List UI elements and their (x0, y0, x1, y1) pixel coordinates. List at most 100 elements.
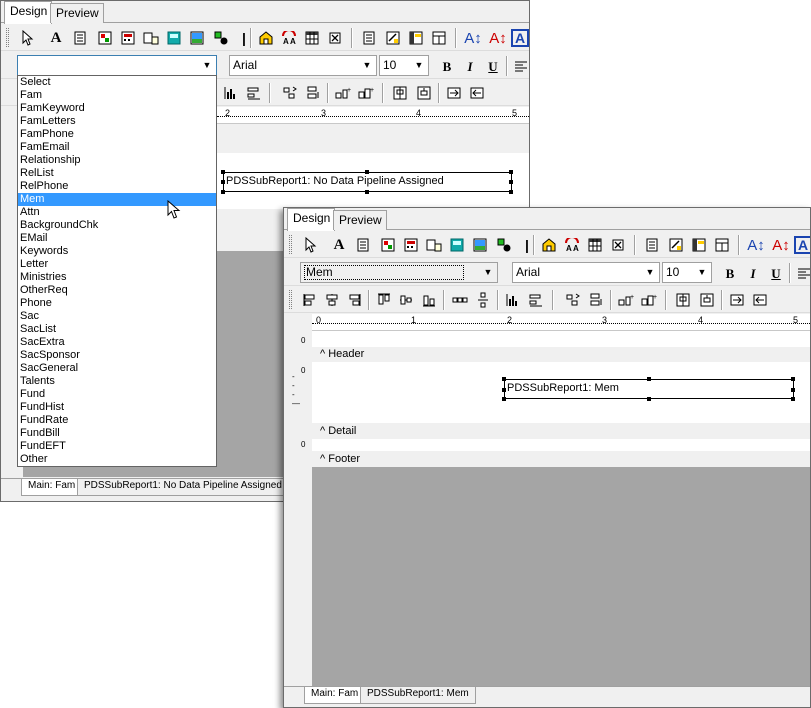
variable-icon[interactable] (141, 28, 161, 48)
checkbox-icon[interactable] (608, 235, 628, 255)
resize-handle[interactable] (221, 190, 225, 194)
shape-icon[interactable] (211, 28, 231, 48)
header-band-divider[interactable] (217, 139, 529, 153)
toolbar-grip[interactable] (289, 235, 292, 254)
resize-handle[interactable] (221, 170, 225, 174)
dropdown-item[interactable]: Fam (18, 89, 216, 102)
align-middles-icon[interactable] (396, 290, 416, 310)
dropdown-item[interactable]: SacGeneral (18, 362, 216, 375)
resize-handle[interactable] (791, 397, 795, 401)
space-icon[interactable] (563, 290, 583, 310)
font-color-icon[interactable]: A↕ (463, 28, 483, 48)
crosstab-icon[interactable] (302, 28, 322, 48)
size-combo[interactable]: 10 ▼ (662, 262, 712, 283)
resize-handle[interactable] (647, 377, 651, 381)
tab-design[interactable]: Design (4, 1, 53, 24)
dropdown-item[interactable]: EMail (18, 232, 216, 245)
align-left-icon[interactable] (511, 56, 529, 76)
resize-handle[interactable] (509, 180, 513, 184)
send-back-icon[interactable] (750, 290, 770, 310)
font-combo[interactable]: Arial ▼ (512, 262, 660, 283)
size-combo[interactable]: 10 ▼ (379, 55, 429, 76)
dbmemo-icon[interactable] (383, 28, 403, 48)
space-vertical-icon[interactable] (303, 83, 323, 103)
barcode-icon[interactable] (447, 235, 467, 255)
chevron-down-icon[interactable]: ▼ (643, 265, 657, 280)
underline-icon[interactable]: U (766, 263, 786, 283)
memo-icon[interactable] (70, 28, 90, 48)
dbrichtext-icon[interactable] (406, 28, 426, 48)
subreport-icon[interactable]: AA (279, 28, 299, 48)
dropdown-item[interactable]: Relationship (18, 154, 216, 167)
align-top-edges-icon[interactable] (374, 290, 394, 310)
align-left-edges-icon[interactable] (300, 290, 320, 310)
report-tab-subreport[interactable]: PDSSubReport1: No Data Pipeline Assigned (77, 479, 289, 496)
calc-icon[interactable] (118, 28, 138, 48)
footer-band-divider[interactable]: ^ Footer (312, 452, 810, 466)
toolbar-grip[interactable] (6, 28, 9, 47)
bring-front-icon[interactable] (444, 83, 464, 103)
dropdown-item[interactable]: Phone (18, 297, 216, 310)
dropdown-item[interactable]: Attn (18, 206, 216, 219)
crosstab-icon[interactable] (585, 235, 605, 255)
chevron-down-icon[interactable]: ▼ (200, 58, 214, 73)
pointer-icon[interactable] (18, 28, 38, 48)
detail-band[interactable] (312, 439, 810, 451)
resize-handle[interactable] (502, 397, 506, 401)
detail-band-divider[interactable]: ^ Detail (312, 424, 810, 438)
dbmemo-icon[interactable] (666, 235, 686, 255)
grow-width-icon[interactable]: + (333, 83, 353, 103)
dropdown-item[interactable]: Talents (18, 375, 216, 388)
align-bottom-edges-icon[interactable] (419, 290, 439, 310)
grow-width-icon[interactable]: + (616, 290, 636, 310)
resize-handle[interactable] (791, 388, 795, 392)
tab-design[interactable]: Design (287, 208, 336, 231)
resize-handle[interactable] (509, 190, 513, 194)
center-vertical-icon[interactable] (414, 83, 434, 103)
resize-handle[interactable] (502, 388, 506, 392)
resize-handle[interactable] (791, 377, 795, 381)
dropdown-item[interactable]: SacSponsor (18, 349, 216, 362)
dropdown-item[interactable]: RelList (18, 167, 216, 180)
chevron-down-icon[interactable]: ▼ (695, 265, 709, 280)
dropdown-item[interactable]: FamKeyword (18, 102, 216, 115)
dropdown-item[interactable]: FundBill (18, 427, 216, 440)
dropdown-item[interactable]: RelPhone (18, 180, 216, 193)
send-back-icon[interactable] (467, 83, 487, 103)
dropdown-item[interactable]: Fund (18, 388, 216, 401)
dbtext-icon[interactable] (359, 28, 379, 48)
align-bottom-icon[interactable] (526, 290, 546, 310)
label-icon[interactable]: A (46, 28, 66, 48)
dropdown-item[interactable]: SacList (18, 323, 216, 336)
anchor-icon[interactable]: A (511, 29, 529, 47)
dropdown-item[interactable]: Sac (18, 310, 216, 323)
dropdown-item[interactable]: FundRate (18, 414, 216, 427)
highlight-color-icon[interactable]: A↕ (771, 235, 791, 255)
tab-preview[interactable]: Preview (333, 210, 387, 230)
dropdown-item[interactable]: OtherReq (18, 284, 216, 297)
dbcalc-icon[interactable] (712, 235, 732, 255)
richtext-icon[interactable] (95, 28, 115, 48)
font-color-icon[interactable]: A↕ (746, 235, 766, 255)
chevron-down-icon[interactable]: ▼ (360, 58, 374, 73)
highlight-color-icon[interactable]: A↕ (488, 28, 508, 48)
italic-icon[interactable]: I (460, 56, 480, 76)
align-right-edges-icon[interactable] (344, 290, 364, 310)
report-tab-main[interactable]: Main: Fam (304, 687, 366, 704)
dropdown-item[interactable]: Select (18, 76, 216, 89)
anchor-icon[interactable]: A (794, 236, 810, 254)
report-tab-subreport[interactable]: PDSSubReport1: Mem (360, 687, 476, 704)
field-combo[interactable]: ▼ (17, 55, 217, 76)
space-equal-icon[interactable] (586, 290, 606, 310)
dropdown-item[interactable]: BackgroundChk (18, 219, 216, 232)
dropdown-item[interactable]: FundHist (18, 401, 216, 414)
italic-icon[interactable]: I (743, 263, 763, 283)
dropdown-item[interactable]: SacExtra (18, 336, 216, 349)
subreport-component[interactable]: PDSSubReport1: Mem (504, 379, 794, 399)
dbtext-icon[interactable] (642, 235, 662, 255)
dropdown-item[interactable]: FamLetters (18, 115, 216, 128)
resize-handle[interactable] (365, 170, 369, 174)
resize-handle[interactable] (365, 190, 369, 194)
space-horizontal-icon[interactable] (450, 290, 470, 310)
space-vertical-icon[interactable] (473, 290, 493, 310)
